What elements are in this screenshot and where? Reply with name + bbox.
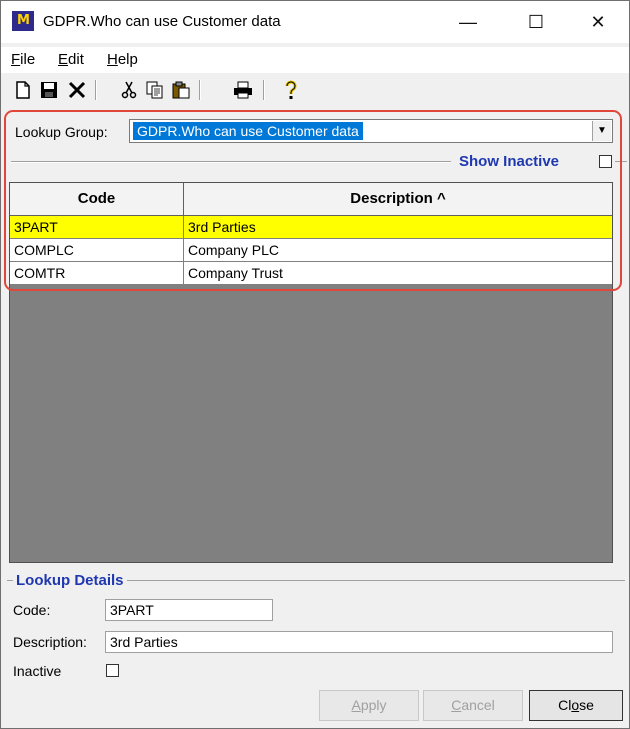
cancel-rest: ancel xyxy=(461,697,495,713)
close-rest: se xyxy=(579,697,594,713)
menu-help-key: H xyxy=(107,51,118,68)
cancel-button[interactable]: Cancel xyxy=(423,690,523,721)
menu-edit-rest: dit xyxy=(68,51,84,68)
toolbar xyxy=(1,75,629,105)
cut-icon[interactable] xyxy=(117,78,141,102)
app-window: M GDPR.Who can use Customer data — ☐ ✕ F… xyxy=(0,0,630,729)
menu-edit[interactable]: Edit xyxy=(58,51,84,68)
close-button[interactable]: Close xyxy=(529,690,623,721)
save-icon[interactable] xyxy=(37,78,61,102)
cancel-key: C xyxy=(451,697,462,713)
lookup-details-title: Lookup Details xyxy=(13,572,127,589)
close-pre: Cl xyxy=(558,697,572,713)
toolbar-separator xyxy=(263,80,265,100)
help-icon[interactable] xyxy=(279,78,303,102)
close-window-button[interactable]: ✕ xyxy=(575,1,621,43)
menu-help[interactable]: Help xyxy=(107,51,138,68)
description-label: Description: xyxy=(13,634,87,650)
menu-help-rest: elp xyxy=(117,51,138,68)
copy-icon[interactable] xyxy=(143,78,167,102)
inactive-checkbox[interactable] xyxy=(106,664,119,677)
code-label: Code: xyxy=(13,602,51,618)
toolbar-separator xyxy=(199,80,201,100)
delete-icon[interactable] xyxy=(65,78,89,102)
app-logo-icon: M xyxy=(12,11,34,31)
toolbar-separator xyxy=(95,80,97,100)
paste-icon[interactable] xyxy=(169,78,193,102)
apply-rest: pply xyxy=(360,697,387,713)
description-field[interactable]: 3rd Parties xyxy=(105,631,613,653)
print-icon[interactable] xyxy=(231,78,255,102)
menu-bar: File Edit Help xyxy=(1,47,629,73)
apply-key: A xyxy=(351,697,361,713)
close-key: o xyxy=(571,697,580,713)
inactive-label: Inactive xyxy=(13,663,62,679)
menu-file[interactable]: File xyxy=(11,51,35,68)
window-title: GDPR.Who can use Customer data xyxy=(43,13,281,30)
code-field[interactable]: 3PART xyxy=(105,599,273,621)
maximize-button[interactable]: ☐ xyxy=(513,1,559,43)
title-bar: M GDPR.Who can use Customer data — ☐ ✕ xyxy=(1,1,629,43)
minimize-button[interactable]: — xyxy=(445,1,491,43)
menu-file-key: F xyxy=(11,51,21,68)
menu-file-rest: ile xyxy=(20,51,36,68)
apply-button[interactable]: Apply xyxy=(319,690,419,721)
new-document-icon[interactable] xyxy=(11,78,35,102)
highlight-annotation xyxy=(4,110,622,291)
menu-edit-key: E xyxy=(58,51,69,68)
